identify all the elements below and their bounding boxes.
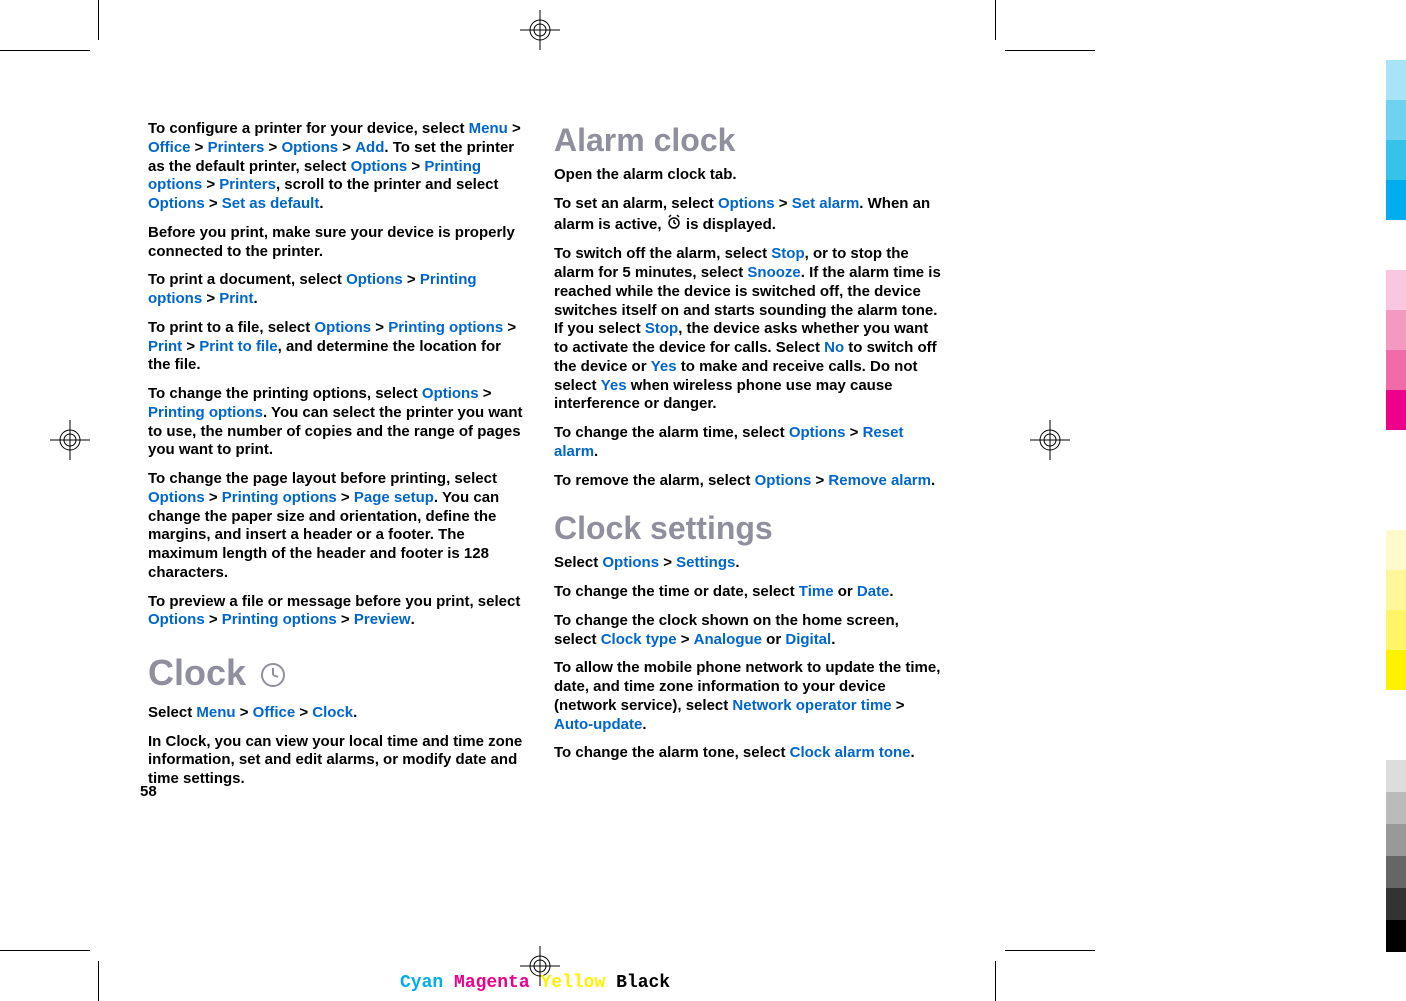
page-number: 58 bbox=[140, 783, 157, 800]
paragraph: To remove the alarm, select Options > Re… bbox=[554, 472, 942, 491]
paragraph: Select Options > Settings. bbox=[554, 554, 942, 573]
registration-mark-icon bbox=[50, 420, 90, 465]
section-heading: Alarm clock bbox=[554, 120, 942, 160]
registration-mark-icon bbox=[1030, 420, 1070, 465]
registration-mark-icon bbox=[520, 10, 560, 55]
paragraph: To change the printing options, select O… bbox=[148, 385, 526, 460]
paragraph: Before you print, make sure your device … bbox=[148, 224, 526, 262]
yellow-label: Yellow bbox=[540, 973, 605, 993]
magenta-label: Magenta bbox=[454, 973, 530, 993]
paragraph: To change the time or date, select Time … bbox=[554, 583, 942, 602]
paragraph: In Clock, you can view your local time a… bbox=[148, 733, 526, 789]
color-bar bbox=[1386, 760, 1406, 952]
paragraph: To print to a file, select Options > Pri… bbox=[148, 319, 526, 375]
paragraph: To configure a printer for your device, … bbox=[148, 120, 526, 214]
section-heading: Clock bbox=[148, 650, 526, 698]
color-bar bbox=[1386, 530, 1406, 690]
section-heading: Clock settings bbox=[554, 508, 942, 548]
clock-icon bbox=[260, 653, 286, 698]
heading-text: Clock bbox=[148, 652, 246, 693]
paragraph: To change the page layout before printin… bbox=[148, 470, 526, 583]
paragraph: To change the alarm time, select Options… bbox=[554, 424, 942, 462]
paragraph: Open the alarm clock tab. bbox=[554, 166, 942, 185]
manual-page: 58 To configure a printer for your devic… bbox=[148, 70, 978, 930]
cyan-label: Cyan bbox=[400, 973, 443, 993]
right-column: Alarm clock Open the alarm clock tab. To… bbox=[554, 120, 942, 799]
paragraph: To change the alarm tone, select Clock a… bbox=[554, 744, 942, 763]
paragraph: To change the clock shown on the home sc… bbox=[554, 612, 942, 650]
paragraph: Select Menu > Office > Clock. bbox=[148, 704, 526, 723]
black-label: Black bbox=[616, 973, 670, 993]
color-bar bbox=[1386, 60, 1406, 220]
alarm-active-icon bbox=[666, 214, 682, 236]
paragraph: To set an alarm, select Options > Set al… bbox=[554, 195, 942, 236]
cmyk-label: Cyan Magenta Yellow Black bbox=[400, 973, 670, 993]
paragraph: To switch off the alarm, select Stop, or… bbox=[554, 245, 942, 414]
paragraph: To preview a file or message before you … bbox=[148, 593, 526, 631]
left-column: To configure a printer for your device, … bbox=[148, 120, 526, 799]
paragraph: To allow the mobile phone network to upd… bbox=[554, 659, 942, 734]
paragraph: To print a document, select Options > Pr… bbox=[148, 271, 526, 309]
color-bar bbox=[1386, 270, 1406, 430]
